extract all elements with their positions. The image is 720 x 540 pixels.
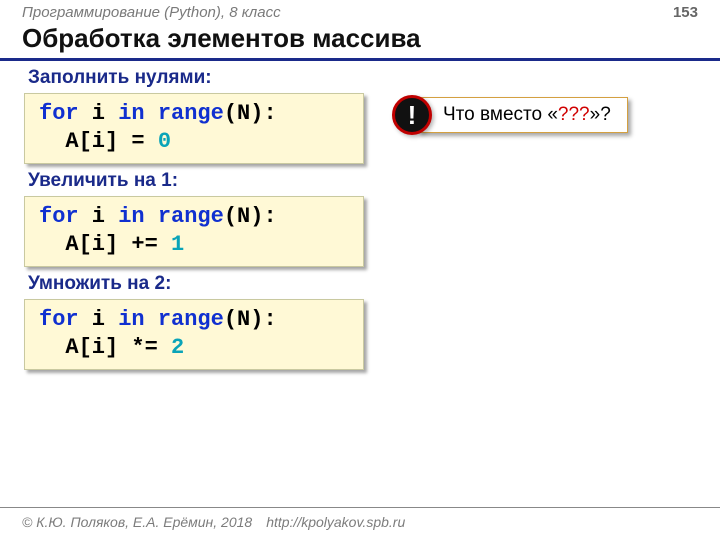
slide: Программирование (Python), 8 класс 153 О…	[0, 0, 720, 540]
callout-box: Что вместо «???»?	[418, 97, 628, 133]
callout-text: »?	[590, 104, 611, 125]
page-number: 153	[673, 4, 698, 21]
callout-placeholder: ???	[558, 104, 590, 125]
code-text	[145, 204, 158, 229]
code-keyword: for	[39, 101, 79, 126]
code-keyword: for	[39, 204, 79, 229]
code-number: 1	[171, 232, 184, 257]
section-row: for i in range(N): A[i] += 1	[24, 196, 696, 267]
code-keyword: in	[118, 204, 144, 229]
code-text: i	[79, 101, 119, 126]
code-text: A[i] *=	[39, 335, 171, 360]
code-keyword: range	[158, 307, 224, 332]
code-block: for i in range(N): A[i] *= 2	[24, 299, 364, 370]
code-text	[145, 307, 158, 332]
code-block: for i in range(N): A[i] += 1	[24, 196, 364, 267]
callout-text: Что вместо «	[443, 104, 558, 125]
code-block: for i in range(N): A[i] = 0	[24, 93, 364, 164]
code-text: (N):	[224, 204, 277, 229]
content: Заполнить нулями: for i in range(N): A[i…	[0, 67, 720, 370]
section-heading: Увеличить на 1:	[28, 170, 696, 192]
callout: ! Что вместо «???»?	[392, 95, 628, 135]
code-text: i	[79, 204, 119, 229]
code-keyword: for	[39, 307, 79, 332]
code-number: 0	[158, 129, 171, 154]
code-text: i	[79, 307, 119, 332]
code-text: (N):	[224, 101, 277, 126]
footer-copyright: © К.Ю. Поляков, Е.А. Ерёмин, 2018	[22, 514, 252, 530]
footer-url: http://kpolyakov.spb.ru	[266, 514, 405, 530]
section-heading: Умножить на 2:	[28, 273, 696, 295]
footer: © К.Ю. Поляков, Е.А. Ерёмин, 2018 http:/…	[0, 507, 720, 540]
code-text: A[i] =	[39, 129, 158, 154]
code-text: (N):	[224, 307, 277, 332]
exclamation-icon: !	[392, 95, 432, 135]
code-number: 2	[171, 335, 184, 360]
page-title: Обработка элементов массива	[0, 21, 720, 58]
title-rule	[0, 58, 720, 61]
code-keyword: range	[158, 101, 224, 126]
code-keyword: range	[158, 204, 224, 229]
code-keyword: in	[118, 101, 144, 126]
section-heading: Заполнить нулями:	[28, 67, 696, 89]
topbar: Программирование (Python), 8 класс 153	[0, 0, 720, 21]
code-keyword: in	[118, 307, 144, 332]
code-text: A[i] +=	[39, 232, 171, 257]
code-text	[145, 101, 158, 126]
section-row: for i in range(N): A[i] = 0 ! Что вместо…	[24, 93, 696, 164]
course-label: Программирование (Python), 8 класс	[22, 4, 281, 21]
section-row: for i in range(N): A[i] *= 2	[24, 299, 696, 370]
